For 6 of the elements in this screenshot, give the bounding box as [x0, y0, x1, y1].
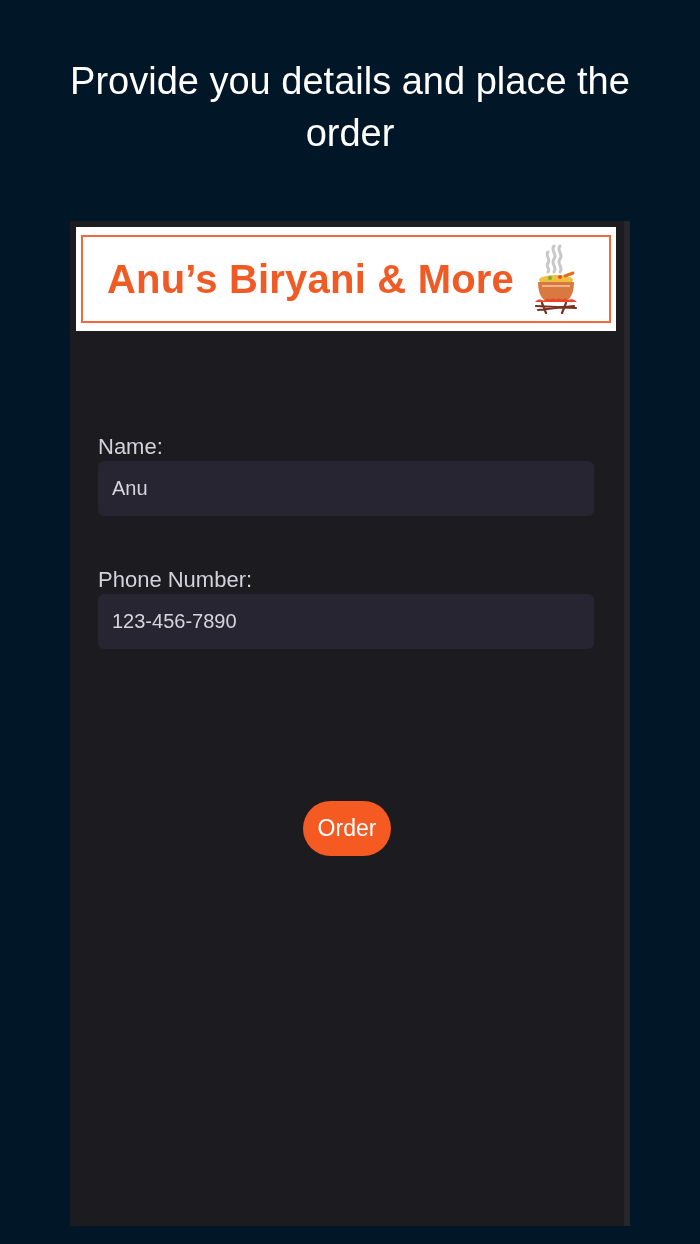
field-label: Name:	[98, 434, 163, 460]
field-label: Phone Number:	[98, 567, 253, 593]
page-headline: Provide you details and place the order	[69, 59, 631, 156]
phone-field[interactable]: 123-456-7890	[98, 594, 594, 649]
name-field[interactable]: Anu	[98, 461, 594, 516]
restaurant-logo-text: Anu’s Biryani & More	[107, 256, 515, 302]
